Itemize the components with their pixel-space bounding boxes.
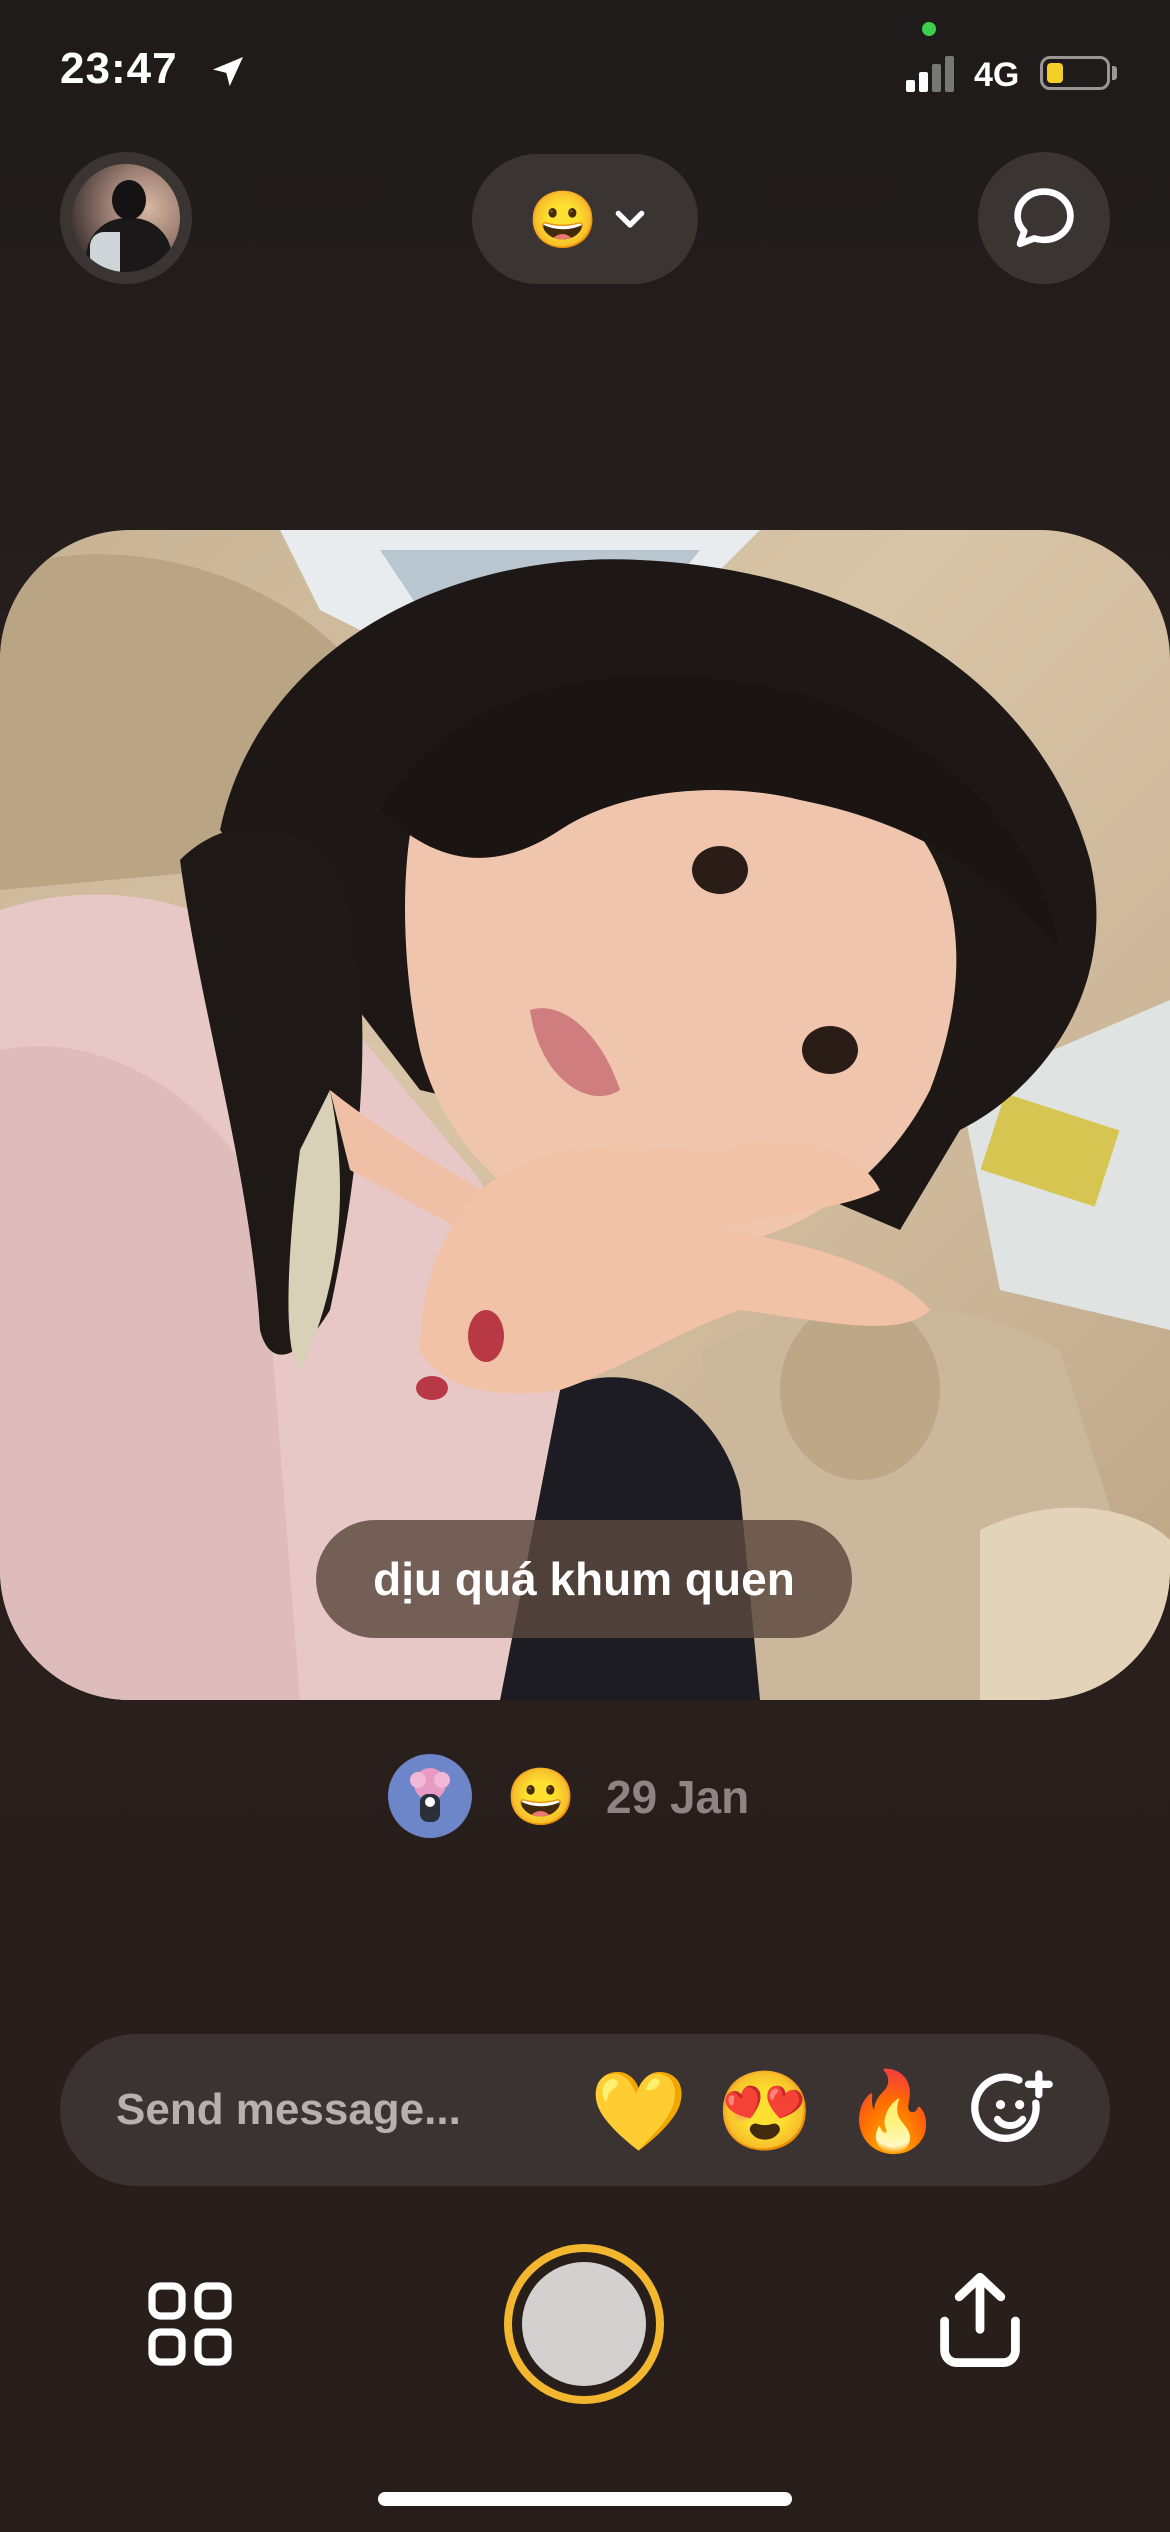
post-date: 29 Jan (606, 1771, 750, 1823)
reaction-heart-button[interactable]: 💛 (590, 2068, 687, 2154)
reaction-emoji: 😀 (506, 1765, 576, 1828)
message-input[interactable]: Send message... (116, 2034, 616, 2186)
profile-button[interactable] (60, 152, 192, 284)
reaction-fire-button[interactable]: 🔥 (844, 2068, 941, 2154)
network-type: 4G (974, 56, 1020, 94)
battery-level (1047, 63, 1063, 83)
location-arrow-icon (213, 57, 243, 87)
shutter-inner (522, 2262, 646, 2386)
reaction-heart-eyes-button[interactable]: 😍 (716, 2068, 813, 2154)
home-indicator[interactable] (378, 2492, 792, 2506)
screen: 23:47 4G 😀 dịu quá khum quen 😀 29 Jan Se… (0, 0, 1170, 2532)
status-bar: 23:47 4G (0, 0, 1170, 150)
battery-icon (1040, 56, 1110, 90)
poster-avatar[interactable] (388, 1754, 472, 1838)
filter-emoji: 😀 (528, 188, 598, 251)
battery-cap (1112, 66, 1117, 80)
chat-button[interactable] (978, 152, 1110, 284)
status-time: 23:47 (60, 44, 178, 93)
post-caption: dịu quá khum quen (316, 1520, 852, 1638)
share-upload-icon[interactable] (930, 2266, 1030, 2376)
privacy-indicator-dot (922, 22, 936, 36)
profile-avatar (72, 164, 180, 272)
message-bar: Send message... 💛 😍 🔥 (60, 2034, 1110, 2186)
shutter-button[interactable] (504, 2244, 664, 2404)
emoji-plus-icon[interactable] (966, 2064, 1058, 2156)
chat-bubble-icon (1014, 188, 1074, 248)
signal-icon (906, 56, 956, 92)
friend-filter-dropdown[interactable]: 😀 (472, 154, 698, 284)
grid-icon[interactable] (142, 2276, 238, 2372)
chevron-down-icon (615, 210, 645, 228)
